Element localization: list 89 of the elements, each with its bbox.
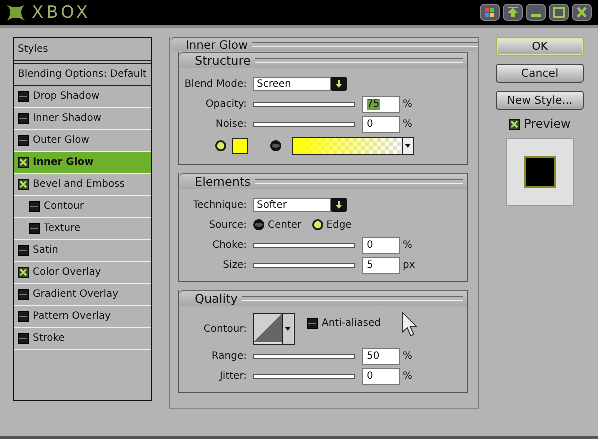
checkbox[interactable]	[29, 201, 40, 212]
checkbox[interactable]	[509, 118, 520, 130]
field-label: Choke:	[212, 240, 248, 250]
style-item[interactable]: Inner Shadow	[14, 108, 151, 130]
color-swatch[interactable]	[232, 138, 248, 154]
dropdown[interactable]: Softer	[253, 198, 331, 212]
field-label: Blend Mode:	[184, 78, 248, 90]
style-item[interactable]: Gradient Overlay	[14, 284, 151, 306]
slider-track[interactable]	[253, 354, 355, 358]
section-title: Elements	[195, 174, 252, 188]
cursor-icon	[402, 312, 420, 338]
arrow-down-icon[interactable]	[331, 77, 347, 91]
slider-track[interactable]	[253, 374, 355, 378]
section-title: Quality	[195, 292, 239, 306]
input-field[interactable]: 50	[362, 348, 400, 364]
field-label: Range:	[210, 350, 248, 362]
unit-label: %	[402, 370, 413, 382]
contour-graph-icon	[254, 314, 282, 342]
dialog-button[interactable]: Cancel	[496, 64, 584, 83]
checkbox[interactable]	[18, 135, 29, 146]
input-field[interactable]: 0	[362, 236, 400, 254]
input-field[interactable]: 0	[362, 116, 400, 132]
preview-thumbnail	[506, 138, 574, 206]
contour-picker[interactable]	[253, 313, 295, 345]
checkbox-label: Preview	[524, 117, 571, 131]
window-title: XBOX	[32, 2, 91, 22]
style-item[interactable]: Pattern Overlay	[14, 306, 151, 328]
caret-icon	[285, 327, 291, 331]
slider-track[interactable]	[253, 122, 355, 126]
caret-icon	[405, 144, 411, 148]
field-label: Technique:	[192, 200, 248, 210]
style-item[interactable]: Stroke	[14, 328, 151, 350]
radio-button[interactable]	[312, 219, 324, 231]
checkbox[interactable]	[18, 179, 29, 190]
checkbox[interactable]	[307, 318, 318, 329]
radio-label: Center	[268, 220, 302, 230]
arrow-down-icon[interactable]	[331, 198, 347, 212]
minimize-icon[interactable]	[526, 4, 546, 21]
input-field[interactable]: 75	[362, 96, 400, 112]
section-title: Structure	[195, 54, 252, 68]
style-item[interactable]: Bevel and Emboss	[14, 174, 151, 196]
close-icon[interactable]	[572, 4, 592, 21]
style-item[interactable]: Color Overlay	[14, 262, 151, 284]
slider-track[interactable]	[253, 242, 355, 248]
style-item[interactable]: Drop Shadow	[14, 86, 151, 108]
panel-title: Inner Glow	[186, 38, 249, 52]
unit-label: %	[402, 240, 413, 250]
checkbox[interactable]	[18, 91, 29, 102]
checkbox[interactable]	[18, 289, 29, 300]
radio-label: Edge	[326, 220, 352, 230]
field-label: Contour:	[202, 324, 248, 334]
field-label: Opacity:	[204, 98, 248, 110]
radio-button[interactable]	[215, 140, 227, 152]
field-label: Source:	[208, 220, 248, 230]
unit-label: %	[402, 118, 413, 130]
checkbox[interactable]	[18, 311, 29, 322]
checkbox[interactable]	[29, 223, 40, 234]
checkbox[interactable]	[18, 113, 29, 124]
dialog-button[interactable]: OK	[496, 37, 584, 56]
checkbox[interactable]	[18, 267, 29, 278]
input-field[interactable]: 5	[362, 256, 400, 274]
field-label: Size:	[222, 260, 248, 270]
checkbox[interactable]	[18, 157, 29, 168]
dropdown[interactable]: Screen	[253, 77, 331, 91]
style-item[interactable]: Contour	[14, 196, 151, 218]
unit-label: %	[402, 98, 413, 110]
slider-track[interactable]	[253, 262, 355, 268]
slider-track[interactable]	[253, 102, 355, 106]
checkbox[interactable]	[18, 333, 29, 344]
checkbox-label: Anti-aliased	[322, 318, 382, 329]
unit-label: px	[402, 260, 416, 270]
style-item[interactable]: Texture	[14, 218, 151, 240]
radio-button[interactable]	[270, 140, 282, 152]
gradient-picker[interactable]	[292, 137, 414, 155]
dialog-button[interactable]: New Style...	[496, 91, 584, 110]
radio-button[interactable]	[253, 219, 265, 231]
pin-icon[interactable]	[503, 4, 523, 21]
style-item[interactable]: Inner Glow	[14, 152, 151, 174]
field-label: Noise:	[214, 118, 248, 130]
flag-icon[interactable]	[480, 4, 500, 21]
style-item[interactable]: Blending Options: Default	[14, 64, 151, 86]
field-label: Jitter:	[218, 370, 248, 382]
input-field[interactable]: 0	[362, 368, 400, 384]
checkbox[interactable]	[18, 245, 29, 256]
list-header: Styles	[14, 38, 151, 64]
unit-label: %	[402, 350, 413, 362]
style-item[interactable]: Satin	[14, 240, 151, 262]
maximize-icon[interactable]	[549, 4, 569, 21]
logo-icon	[6, 4, 26, 22]
